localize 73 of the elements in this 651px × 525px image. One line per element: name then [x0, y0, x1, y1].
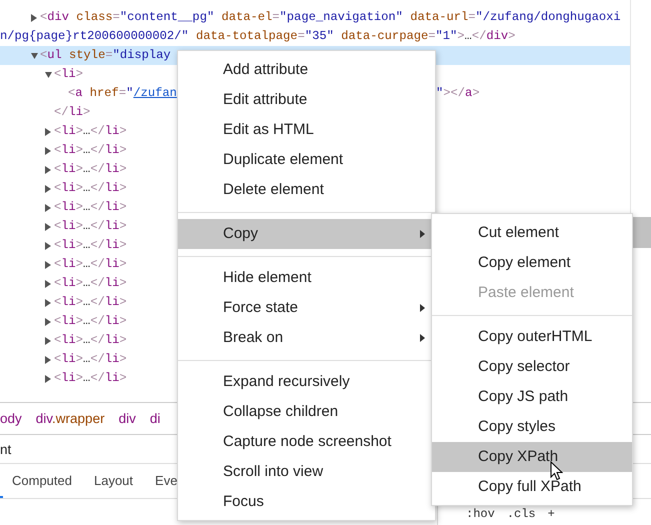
menu-item[interactable]: Copy element [432, 248, 632, 278]
menu-item[interactable]: Copy JS path [432, 382, 632, 412]
closing-tag-text[interactable]: </li> [0, 103, 90, 122]
menu-item[interactable]: Break on [178, 323, 435, 353]
expand-triangle-icon[interactable] [45, 185, 52, 193]
dom-node-text[interactable]: <li>…</li> [0, 160, 127, 179]
menu-item[interactable]: Focus [178, 487, 435, 517]
menu-item[interactable]: Duplicate element [178, 145, 435, 175]
breadcrumb-item[interactable]: div [118, 411, 136, 426]
expand-triangle-icon[interactable] [31, 14, 38, 22]
dom-node-text[interactable]: <li>…</li> [0, 274, 127, 293]
dom-node-text[interactable]: <li>…</li> [0, 331, 127, 350]
dom-node-text[interactable]: <a href="/zufan [0, 84, 177, 103]
expand-triangle-icon[interactable] [45, 204, 52, 212]
expand-triangle-icon[interactable] [45, 166, 52, 174]
expand-triangle-icon[interactable] [45, 147, 52, 155]
mouse-pointer-icon [550, 461, 563, 481]
menu-item[interactable]: Scroll into view [178, 457, 435, 487]
menu-item[interactable]: Copy selector [432, 352, 632, 382]
styles-toolbar-button[interactable]: .cls [506, 507, 536, 521]
dom-node-text[interactable]: <li>…</li> [0, 141, 127, 160]
sidebar-tab[interactable]: Layout [82, 464, 144, 498]
styles-toolbar-button[interactable]: + [548, 507, 555, 521]
expand-triangle-icon[interactable] [45, 375, 52, 383]
expand-triangle-icon[interactable] [45, 223, 52, 231]
dom-node-text[interactable]: <li> [0, 65, 84, 84]
dom-node-text[interactable]: <li>…</li> [0, 350, 127, 369]
dom-node-text[interactable]: <li>…</li> [0, 293, 127, 312]
breadcrumb-item[interactable]: ody [0, 411, 22, 426]
expand-triangle-icon[interactable] [45, 261, 52, 269]
dom-node-text[interactable]: <li>…</li> [0, 369, 127, 388]
menu-item[interactable]: Collapse children [178, 397, 435, 427]
dom-node-text[interactable]: <li>…</li> [0, 236, 127, 255]
menu-item[interactable]: Hide element [178, 263, 435, 293]
selected-tab-underline [0, 496, 3, 498]
expand-triangle-icon[interactable] [45, 356, 52, 364]
dom-node-text[interactable]: <li>…</li> [0, 122, 127, 141]
sidebar-tab[interactable]: Computed [0, 464, 82, 498]
expand-triangle-icon[interactable] [45, 128, 52, 136]
breadcrumb-item[interactable]: di [150, 411, 160, 426]
breadcrumb-item[interactable]: div.wrapper [36, 411, 105, 426]
expand-triangle-icon[interactable] [45, 337, 52, 345]
dom-node-text[interactable]: <li>…</li> [0, 255, 127, 274]
submenu-arrow-icon [420, 334, 425, 342]
expand-triangle-icon[interactable] [45, 280, 52, 288]
menu-item[interactable]: Copy styles [432, 412, 632, 442]
styles-toolbar-button[interactable]: :hov [466, 507, 495, 521]
expand-triangle-icon[interactable] [45, 242, 52, 250]
dom-node-text[interactable]: <li>…</li> [0, 312, 127, 331]
expand-triangle-icon[interactable] [45, 318, 52, 326]
dom-node-text[interactable]: "></a> [436, 84, 480, 103]
submenu-arrow-icon [420, 304, 425, 312]
menu-item[interactable]: Expand recursively [178, 367, 435, 397]
submenu-arrow-icon [420, 230, 425, 238]
collapse-triangle-icon[interactable] [31, 52, 38, 60]
menu-item[interactable]: Edit as HTML [178, 115, 435, 145]
menu-item[interactable]: Edit attribute [178, 85, 435, 115]
expand-triangle-icon[interactable] [45, 299, 52, 307]
dom-node-text[interactable]: <ul style="display [0, 46, 171, 65]
dom-node-text[interactable]: <li>…</li> [0, 198, 127, 217]
dom-node-text[interactable]: <div class="content__pg" data-el="page_navigation" data-url="/zufang/donghugaoxin/pg{page}rt200600000002/" data-totalpage="35" data-curpage="1">…</div> [0, 8, 630, 46]
menu-item[interactable]: Copy XPath [432, 442, 632, 472]
menu-item[interactable]: Force state [178, 293, 435, 323]
menu-item[interactable]: Cut element [432, 218, 632, 248]
collapse-triangle-icon[interactable] [45, 71, 52, 79]
menu-item[interactable]: Add attribute [178, 55, 435, 85]
menu-item[interactable]: Copy full XPath [432, 472, 632, 502]
menu-item[interactable]: Capture node screenshot [178, 427, 435, 457]
menu-item[interactable]: Copy outerHTML [432, 322, 632, 352]
scrollbar-thumb[interactable] [631, 217, 651, 248]
dom-node-text[interactable]: <li>…</li> [0, 217, 127, 236]
menu-item[interactable]: Delete element [178, 175, 435, 205]
dom-node-text[interactable]: <li>…</li> [0, 179, 127, 198]
